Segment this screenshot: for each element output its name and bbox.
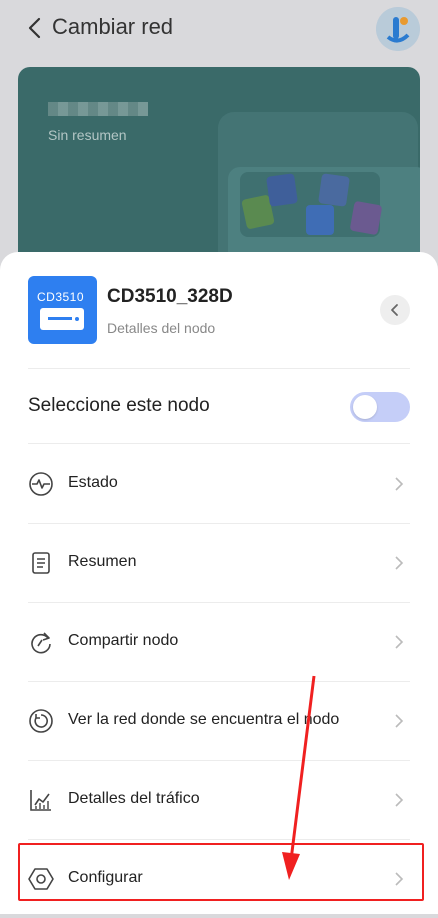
page-title: Cambiar red: [52, 14, 174, 39]
menu-item-label: Ver la red donde se encuentra el nodo: [68, 711, 340, 728]
menu-item-detalles-trafico[interactable]: Detalles del tráfico: [28, 761, 410, 839]
more-file-icon: [349, 200, 383, 236]
configurar-highlight-box: [18, 843, 424, 901]
chevron-right-icon: [395, 714, 404, 728]
chevron-right-icon: [395, 635, 404, 649]
top-bar: Cambiar red: [0, 0, 438, 60]
back-arrow-icon[interactable]: [24, 16, 48, 40]
node-subtitle: Detalles del nodo: [107, 320, 216, 336]
chart-icon: [30, 790, 51, 811]
menu-item-compartir-nodo[interactable]: Compartir nodo: [28, 603, 410, 681]
menu-item-label: Resumen: [68, 553, 137, 570]
chevron-right-icon: [395, 477, 404, 491]
collapse-button[interactable]: [380, 295, 410, 325]
pulse-icon: [29, 472, 53, 496]
network-icon: [29, 709, 53, 733]
node-icon-label: CD3510: [37, 290, 85, 304]
select-node-label: Seleccione este nodo: [28, 395, 210, 416]
word-file-icon: [306, 205, 334, 235]
document-icon: [32, 552, 50, 574]
device-box: [40, 308, 84, 330]
card-subtitle: Sin resumen: [48, 127, 127, 143]
menu-item-ver-red[interactable]: Ver la red donde se encuentra el nodo: [28, 682, 410, 760]
select-node-toggle[interactable]: [350, 392, 410, 422]
menu-item-label: Compartir nodo: [68, 632, 179, 649]
menu-item-label: Detalles del tráfico: [68, 790, 200, 807]
chevron-left-icon: [391, 304, 398, 316]
menu-item-label: Estado: [68, 474, 118, 491]
avatar[interactable]: [376, 7, 420, 51]
chevron-right-icon: [395, 556, 404, 570]
share-icon: [31, 632, 51, 654]
music-file-icon: [318, 173, 350, 207]
menu-item-estado[interactable]: Estado: [28, 445, 410, 523]
blurred-network-name: [48, 102, 148, 116]
divider: [28, 443, 410, 444]
toggle-knob: [353, 395, 377, 419]
menu-item-resumen[interactable]: Resumen: [28, 524, 410, 602]
node-name: CD3510_328D: [107, 286, 233, 307]
node-device-icon: CD3510: [28, 276, 97, 344]
divider: [28, 368, 410, 369]
node-details-sheet: CD3510 CD3510_328D Detalles del nodo Sel…: [0, 252, 438, 914]
chevron-right-icon: [395, 793, 404, 807]
network-card: Sin resumen: [18, 67, 420, 267]
video-file-icon: [266, 173, 298, 207]
